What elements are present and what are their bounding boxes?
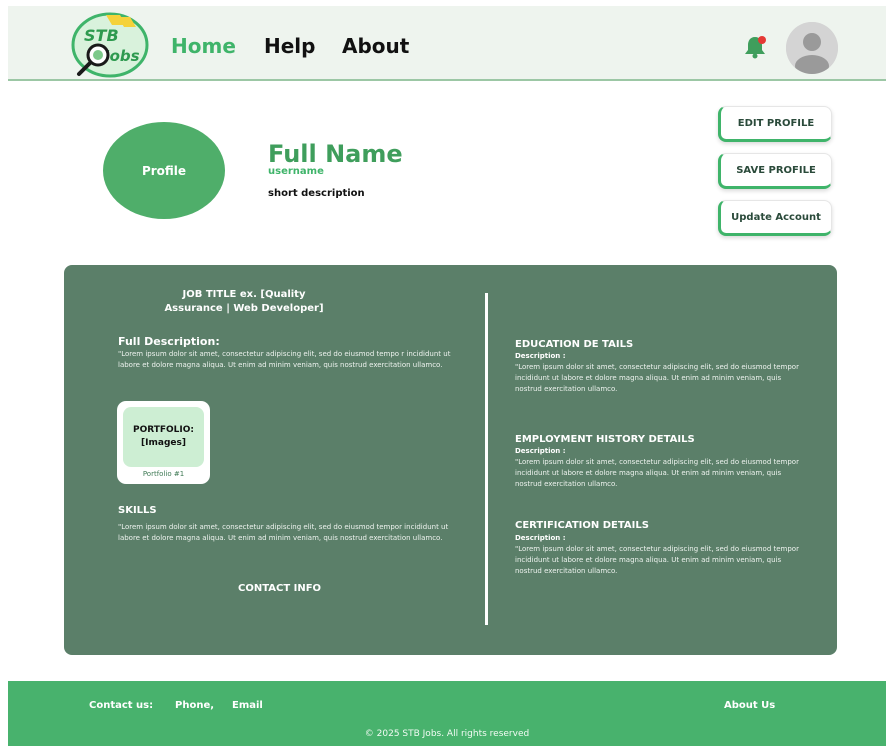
short-description: short description: [268, 188, 365, 199]
certification-heading: CERTIFICATION DETAILS: [515, 520, 649, 531]
contact-info-heading: CONTACT INFO: [238, 583, 322, 594]
footer: Contact us: Phone, Email About Us © 2025…: [8, 681, 886, 746]
education-text: "Lorem ipsum dolor sit amet, consectetur…: [515, 363, 799, 393]
profile-page: STB Jobs Home Help About Profile Full Na…: [0, 0, 886, 746]
portfolio-card[interactable]: PORTFOLIO: [Images] Portfolio #1: [117, 401, 210, 484]
profile-photo[interactable]: Profile: [103, 122, 225, 219]
education-heading: EDUCATION DE TAILS: [515, 339, 634, 350]
footer-about-us-link[interactable]: About Us: [724, 700, 775, 711]
footer-email-link[interactable]: Email: [232, 700, 263, 711]
full-description-text: "Lorem ipsum dolor sit amet, consectetur…: [118, 350, 451, 369]
employment-text: "Lorem ipsum dolor sit amet, consectetur…: [515, 458, 799, 488]
stb-jobs-logo[interactable]: STB Jobs: [70, 11, 150, 79]
job-title: JOB TITLE ex. [Quality Assurance | Web D…: [164, 289, 324, 314]
nav-help[interactable]: Help: [264, 34, 315, 58]
profile-details-card: JOB TITLE ex. [Quality Assurance | Web D…: [64, 265, 837, 655]
skills-heading: SKILLS: [118, 505, 157, 516]
bell-icon[interactable]: [742, 34, 768, 60]
education-subheading: Description :: [515, 352, 566, 360]
save-profile-button[interactable]: SAVE PROFILE: [718, 153, 832, 189]
full-description-heading: Full Description:: [118, 335, 220, 348]
certification-text: "Lorem ipsum dolor sit amet, consectetur…: [515, 545, 799, 575]
update-account-button[interactable]: Update Account: [718, 200, 832, 236]
footer-copyright: © 2025 STB Jobs. All rights reserved: [364, 729, 530, 739]
employment-heading: EMPLOYMENT HISTORY DETAILS: [515, 434, 695, 445]
portfolio-images-label: [Images]: [141, 438, 186, 448]
certification-subheading: Description :: [515, 534, 566, 542]
profile-photo-label: Profile: [141, 163, 187, 178]
footer-phone-link[interactable]: Phone,: [175, 700, 214, 711]
portfolio-image-placeholder: PORTFOLIO: [Images]: [123, 407, 204, 467]
nav-home[interactable]: Home: [171, 34, 236, 58]
nav-about[interactable]: About: [342, 34, 409, 58]
portfolio-label: PORTFOLIO:: [132, 425, 195, 435]
skills-text: "Lorem ipsum dolor sit amet, consectetur…: [118, 523, 449, 542]
username: username: [268, 166, 324, 177]
svg-text:STB: STB: [84, 26, 119, 45]
edit-profile-button[interactable]: EDIT PROFILE: [718, 106, 832, 142]
employment-subheading: Description :: [515, 447, 566, 455]
full-name: Full Name: [268, 140, 403, 168]
portfolio-caption: Portfolio #1: [142, 470, 185, 478]
footer-contact-label: Contact us:: [89, 700, 154, 711]
column-divider: [485, 293, 488, 625]
user-avatar-icon[interactable]: [786, 22, 838, 74]
top-navbar: STB Jobs Home Help About: [8, 6, 886, 81]
